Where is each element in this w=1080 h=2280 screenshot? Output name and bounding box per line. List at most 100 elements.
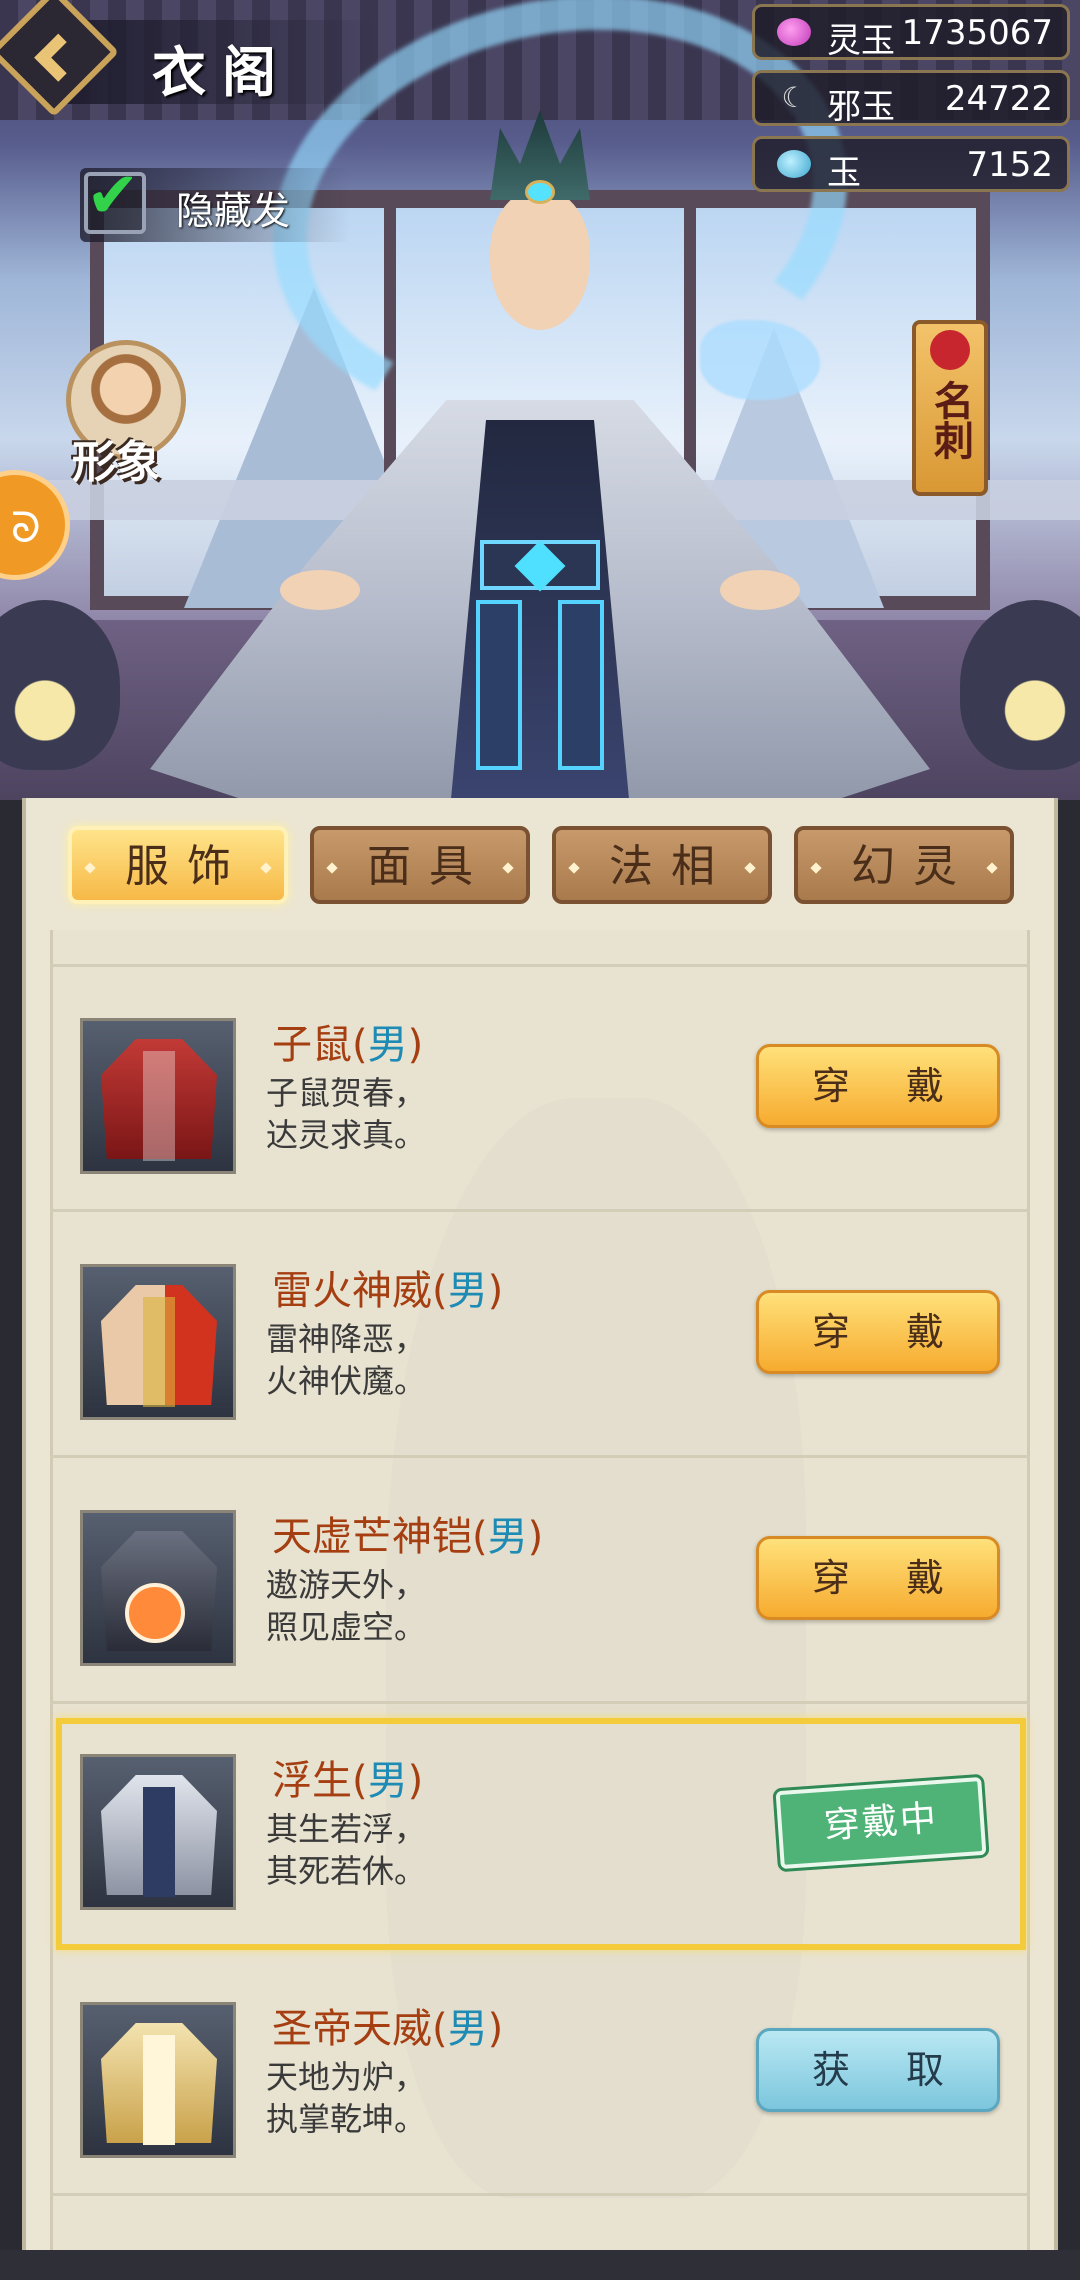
desc-line: 遨游天外，	[266, 1566, 427, 1604]
outfit-thumbnail[interactable]	[80, 1018, 236, 1174]
tab-dharma-form[interactable]: 法相	[552, 826, 772, 904]
spiral-icon: ᘐ	[11, 503, 41, 552]
tab-mask[interactable]: 面具	[310, 826, 530, 904]
name-card-label[interactable]: 名刺	[926, 380, 974, 460]
tab-ornament	[744, 862, 756, 874]
tab-ornament	[568, 862, 580, 874]
currency-value: 1735067	[901, 13, 1053, 53]
outfit-name: 圣帝天威(男)	[272, 1996, 503, 2054]
currency-lingyu: 灵玉 1735067	[752, 4, 1070, 61]
paren-close: )	[407, 1758, 424, 1804]
outfit-row[interactable]: 雷火神威(男) 雷神降恶， 火神伏魔。 穿 戴	[50, 1214, 1030, 1458]
desc-line: 雷神降恶，	[266, 1320, 427, 1358]
desc-line: 达灵求真。	[266, 1116, 427, 1154]
currency-name: 邪玉	[827, 87, 895, 127]
crescent-moon-icon: ☾	[781, 81, 807, 114]
currency-value: 24722	[944, 79, 1053, 119]
outfit-description: 雷神降恶， 火神伏魔。	[266, 1318, 426, 1402]
desc-line: 火神伏魔。	[266, 1362, 427, 1400]
page-title: 衣阁	[152, 40, 292, 104]
wear-button[interactable]: 穿 戴	[756, 1290, 1000, 1374]
tab-phantom-spirit[interactable]: 幻灵	[794, 826, 1014, 904]
currency-xieyu: ☾ 邪玉 24722	[752, 70, 1070, 127]
tab-ornament	[260, 862, 272, 874]
outfit-row[interactable]: 天虚芒神铠(男) 遨游天外， 照见虚空。 穿 戴	[50, 1460, 1030, 1704]
jade-icon	[777, 150, 811, 178]
tab-label: 服饰	[125, 841, 249, 892]
desc-line: 照见虚空。	[266, 1608, 427, 1646]
tab-clothing[interactable]: 服饰	[68, 826, 288, 904]
desc-line: 子鼠贺春，	[266, 1074, 427, 1112]
player-character	[150, 110, 930, 800]
outfit-title: 雷火神威	[272, 1268, 432, 1314]
outfit-name: 天虚芒神铠(男)	[272, 1504, 543, 1562]
hide-hair-label: 隐藏发	[176, 189, 291, 233]
outfit-gender: 男	[447, 2006, 488, 2052]
desc-line: 天地为炉，	[266, 2058, 427, 2096]
outfit-name: 子鼠(男)	[272, 1012, 423, 1070]
character-face	[490, 190, 590, 330]
tab-label: 面具	[367, 841, 491, 892]
tab-ornament	[84, 862, 96, 874]
paren-close: )	[487, 2006, 504, 2052]
tab-label: 法相	[609, 841, 733, 892]
outfit-thumbnail[interactable]	[80, 1264, 236, 1420]
outfit-thumbnail[interactable]	[80, 1754, 236, 1910]
currency-yu: 玉 7152	[752, 136, 1070, 193]
paren-close: )	[487, 1268, 504, 1314]
garment-detail	[125, 1583, 185, 1643]
outfit-thumbnail[interactable]	[80, 1510, 236, 1666]
checkmark-icon: ✔	[86, 159, 140, 233]
garment-detail	[143, 2035, 175, 2145]
obtain-button[interactable]: 获 取	[756, 2028, 1000, 2112]
wear-button[interactable]: 穿 戴	[756, 1044, 1000, 1128]
outfit-description: 其生若浮， 其死若休。	[266, 1808, 426, 1892]
outfit-name: 雷火神威(男)	[272, 1258, 503, 1316]
wearing-badge: 穿戴中	[772, 1773, 990, 1873]
currency-name: 玉	[827, 153, 861, 193]
tab-ornament	[986, 862, 998, 874]
tab-ornament	[326, 862, 338, 874]
garment-detail	[143, 1297, 175, 1407]
paren-close: )	[407, 1022, 424, 1068]
outfit-title: 天虚芒神铠	[272, 1514, 472, 1560]
appearance-label[interactable]: 形象	[72, 426, 160, 490]
character-hand	[280, 570, 360, 610]
outfit-description: 遨游天外， 照见虚空。	[266, 1564, 426, 1648]
tab-ornament	[502, 862, 514, 874]
paren-close: )	[527, 1514, 544, 1560]
desc-line: 其死若休。	[266, 1852, 427, 1890]
outfit-title: 子鼠	[272, 1022, 352, 1068]
outfit-gender: 男	[447, 1268, 488, 1314]
paren-open: (	[472, 1514, 488, 1560]
outfit-title: 圣帝天威	[272, 2006, 432, 2052]
desc-line: 执掌乾坤。	[266, 2100, 427, 2138]
wear-button[interactable]: 穿 戴	[756, 1536, 1000, 1620]
garment-detail	[143, 1787, 175, 1897]
outfit-row[interactable]: 圣帝天威(男) 天地为炉， 执掌乾坤。 获 取	[50, 1952, 1030, 2196]
outfit-name: 浮生(男)	[272, 1748, 423, 1806]
robe-panel	[558, 600, 604, 770]
outfit-description: 天地为炉， 执掌乾坤。	[266, 2056, 426, 2140]
outfit-title: 浮生	[272, 1758, 352, 1804]
outfit-row[interactable]: 子鼠(男) 子鼠贺春， 达灵求真。 穿 戴	[50, 968, 1030, 1212]
robe-panel	[476, 600, 522, 770]
tab-label: 幻灵	[851, 841, 975, 892]
garment-detail	[143, 1051, 175, 1161]
tab-ornament	[810, 862, 822, 874]
outfit-gender: 男	[367, 1022, 408, 1068]
paren-open: (	[352, 1022, 368, 1068]
currency-name: 灵玉	[827, 21, 895, 61]
character-hand	[720, 570, 800, 610]
outfit-gender: 男	[367, 1758, 408, 1804]
outfit-description: 子鼠贺春， 达灵求真。	[266, 1072, 426, 1156]
paren-open: (	[432, 1268, 448, 1314]
seal-icon	[930, 330, 970, 370]
crown-gem	[525, 180, 555, 204]
paren-open: (	[352, 1758, 368, 1804]
outfit-row-selected[interactable]: 浮生(男) 其生若浮， 其死若休。 穿戴中	[56, 1718, 1026, 1950]
outfit-gender: 男	[487, 1514, 528, 1560]
list-divider	[50, 964, 1030, 967]
outfit-thumbnail[interactable]	[80, 2002, 236, 2158]
back-arrow-icon	[34, 33, 83, 82]
